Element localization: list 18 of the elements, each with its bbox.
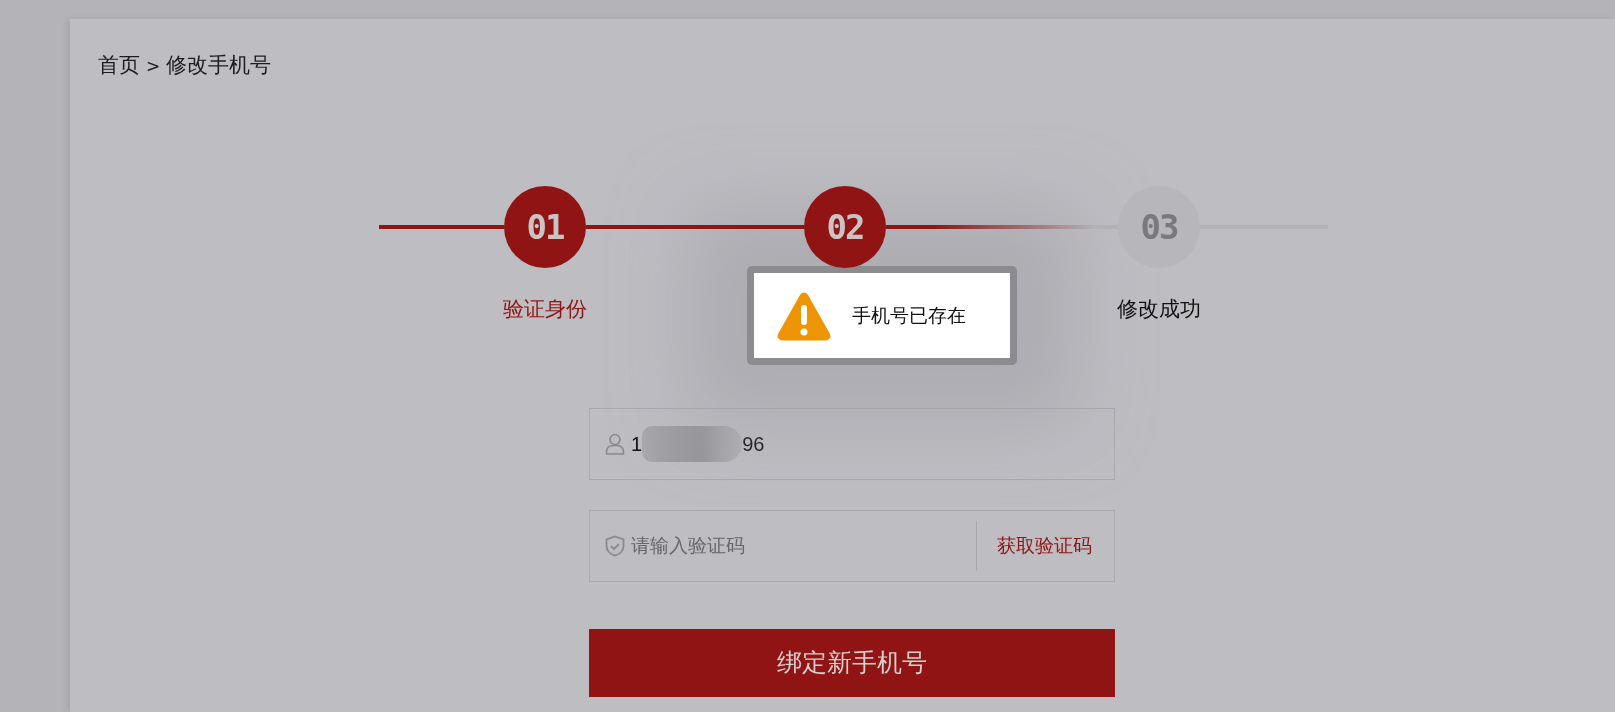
step-number: 02 xyxy=(826,206,864,247)
phone-number-end: 96 xyxy=(742,431,765,457)
user-icon xyxy=(605,432,625,455)
step-number: 01 xyxy=(526,206,564,247)
submit-button[interactable]: 绑定新手机号 xyxy=(589,628,1115,697)
alert-message: 手机号已存在 xyxy=(852,303,966,329)
step-label: 修改成功 xyxy=(1117,295,1201,323)
warning-icon xyxy=(776,290,832,341)
breadcrumb-current: 修改手机号 xyxy=(166,52,272,79)
step-number: 03 xyxy=(1140,206,1178,247)
get-code-button[interactable]: 获取验证码 xyxy=(976,520,1114,571)
breadcrumb-link[interactable]: 首页 xyxy=(98,50,140,82)
phone-field[interactable]: 1 96 xyxy=(589,407,1115,480)
breadcrumb-separator: > xyxy=(146,55,161,78)
phone-number-start: 1 xyxy=(631,431,643,457)
code-field[interactable]: 请输入验证码 获取验证码 xyxy=(589,509,1115,582)
step-label: 验证身份 xyxy=(503,295,587,323)
shield-check-icon xyxy=(605,534,625,557)
